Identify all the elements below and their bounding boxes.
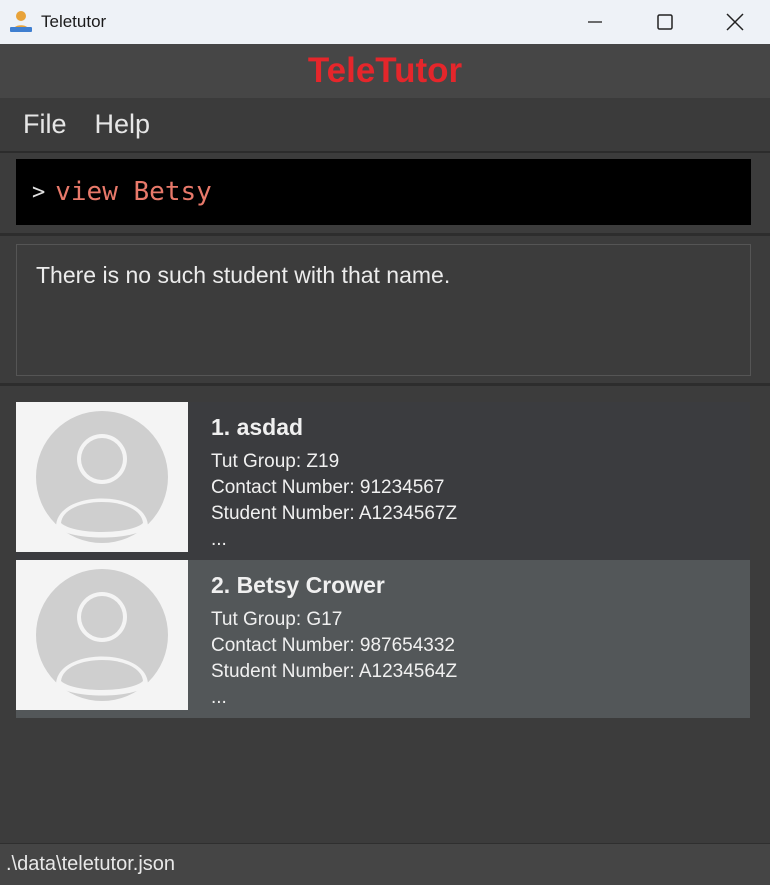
divider	[0, 383, 770, 386]
divider	[0, 233, 770, 236]
minimize-icon	[588, 21, 602, 23]
data-file-path: .\data\teletutor.json	[6, 853, 176, 875]
student-more: ...	[211, 687, 227, 708]
student-more: ...	[211, 529, 227, 550]
student-info: 1. asdad Tut Group: Z19 Contact Number: …	[211, 414, 457, 553]
window-title: Teletutor	[41, 12, 107, 31]
student-tut-group: Tut Group: G17	[211, 609, 343, 630]
command-box[interactable]: >	[16, 159, 751, 225]
avatar	[16, 560, 188, 710]
user-avatar-icon	[36, 569, 168, 701]
student-card-selected[interactable]: 2. Betsy Crower Tut Group: G17 Contact N…	[16, 560, 750, 718]
student-info: 2. Betsy Crower Tut Group: G17 Contact N…	[211, 572, 457, 711]
maximize-icon	[657, 14, 673, 30]
window-controls	[560, 0, 770, 44]
student-contact: Contact Number: 91234567	[211, 477, 445, 498]
status-bar: .\data\teletutor.json	[0, 843, 770, 885]
result-message: There is no such student with that name.	[36, 262, 451, 288]
window-titlebar: Teletutor	[0, 0, 770, 44]
app-title: TeleTutor	[307, 51, 463, 90]
command-prompt: >	[32, 179, 46, 205]
student-name: 2. Betsy Crower	[211, 572, 385, 598]
result-display: There is no such student with that name.	[16, 244, 751, 376]
student-number: Student Number: A1234567Z	[211, 503, 458, 524]
close-icon	[726, 13, 744, 31]
student-contact: Contact Number: 987654332	[211, 635, 455, 656]
menu-bar: File Help	[0, 98, 770, 153]
student-card[interactable]: 1. asdad Tut Group: Z19 Contact Number: …	[16, 402, 750, 560]
command-input[interactable]	[55, 177, 696, 207]
user-avatar-icon	[36, 411, 168, 543]
app-header: TeleTutor	[0, 44, 770, 99]
student-name: 1. asdad	[211, 414, 304, 440]
menu-file[interactable]: File	[23, 109, 67, 140]
avatar	[16, 402, 188, 552]
minimize-button[interactable]	[560, 0, 630, 44]
student-tut-group: Tut Group: Z19	[211, 451, 340, 472]
menu-help[interactable]: Help	[95, 109, 151, 140]
student-number: Student Number: A1234564Z	[211, 661, 458, 682]
app-icon	[10, 11, 32, 32]
maximize-button[interactable]	[630, 0, 700, 44]
close-button[interactable]	[700, 0, 770, 44]
